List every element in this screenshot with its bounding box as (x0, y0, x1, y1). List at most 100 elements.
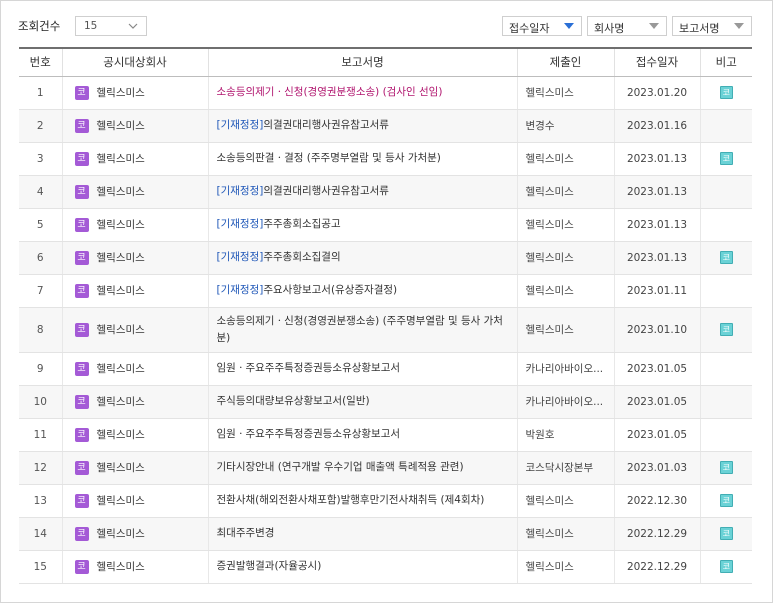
kosdaq-badge-icon: 코 (74, 283, 89, 298)
report-cell[interactable]: 전환사채(해외전환사채포함)발행후만기전사채취득 (제4회차) (207, 484, 517, 518)
sort-select-date[interactable]: 접수일자 (502, 16, 582, 36)
date-cell: 2022.12.29 (613, 517, 700, 551)
company-link[interactable]: 헬릭스미스 (97, 153, 145, 165)
report-link[interactable]: 최대주주변경 (217, 527, 275, 539)
company-link[interactable]: 헬릭스미스 (97, 219, 145, 231)
kosdaq-note-icon[interactable]: 코 (719, 152, 733, 165)
date-cell: 2023.01.13 (613, 241, 700, 275)
report-cell[interactable]: 최대주주변경 (207, 517, 517, 551)
report-cell[interactable]: 소송등의판결ㆍ결정 (주주명부열람 및 등사 가처분) (207, 142, 517, 176)
company-cell: 코 헬릭스미스 (61, 175, 208, 209)
sort-select-company-label: 회사명 (594, 22, 625, 35)
note-cell (699, 418, 752, 452)
kosdaq-badge-icon: 코 (74, 427, 89, 442)
report-link[interactable]: 주주총회소집공고 (263, 218, 340, 230)
table-row: 11 코 헬릭스미스 임원ㆍ주요주주특정증권등소유상황보고서 박원호 2023.0… (19, 418, 752, 452)
date-cell: 2023.01.05 (613, 418, 700, 452)
date-cell: 2022.12.30 (613, 484, 700, 518)
company-cell: 코 헬릭스미스 (61, 451, 208, 485)
table-row: 13 코 헬릭스미스 전환사채(해외전환사채포함)발행후만기전사채취득 (제4회차… (19, 484, 752, 518)
report-link[interactable]: 주식등의대량보유상황보고서(일반) (217, 395, 370, 407)
company-link[interactable]: 헬릭스미스 (97, 324, 145, 336)
sort-select-report[interactable]: 보고서명 (672, 16, 752, 36)
date-cell: 2023.01.13 (613, 142, 700, 176)
date-cell: 2023.01.05 (613, 385, 700, 419)
kosdaq-note-icon[interactable]: 코 (719, 323, 733, 336)
submitter-cell: 헬릭스미스 (516, 550, 614, 584)
company-link[interactable]: 헬릭스미스 (97, 561, 145, 573)
kosdaq-note-icon[interactable]: 코 (719, 251, 733, 264)
header-no[interactable]: 번호 (19, 47, 62, 77)
date-cell: 2023.01.13 (613, 208, 700, 242)
report-link[interactable]: 임원ㆍ주요주주특정증권등소유상황보고서 (217, 428, 401, 440)
report-cell[interactable]: [기재정정]주주총회소집공고 (207, 208, 517, 242)
report-link[interactable]: 주주총회소집결의 (263, 251, 340, 263)
table-row: 5 코 헬릭스미스 [기재정정]주주총회소집공고 헬릭스미스 2023.01.13 (19, 208, 752, 242)
count-select[interactable]: 15 (75, 16, 147, 36)
report-link[interactable]: 주요사항보고서(유상증자결정) (263, 284, 397, 296)
report-link[interactable]: 소송등의제기ㆍ신청(경영권분쟁소송) (검사인 선임) (217, 86, 443, 98)
company-link[interactable]: 헬릭스미스 (97, 186, 145, 198)
submitter-cell: 카나리아바이오... (516, 385, 614, 419)
report-cell[interactable]: [기재정정]의결권대리행사권유참고서류 (207, 109, 517, 143)
report-link[interactable]: 의결권대리행사권유참고서류 (263, 119, 389, 131)
row-number: 14 (19, 517, 62, 551)
header-report[interactable]: 보고서명 (207, 47, 517, 77)
company-cell: 코 헬릭스미스 (61, 76, 208, 110)
table-row: 12 코 헬릭스미스 기타시장안내 (연구개발 우수기업 매출액 특례적용 관련)… (19, 451, 752, 485)
report-link[interactable]: 증권발행결과(자율공시) (217, 560, 322, 572)
report-link[interactable]: 소송등의판결ㆍ결정 (주주명부열람 및 등사 가처분) (217, 152, 441, 164)
report-cell[interactable]: 주식등의대량보유상황보고서(일반) (207, 385, 517, 419)
kosdaq-badge-icon: 코 (74, 85, 89, 100)
company-link[interactable]: 헬릭스미스 (97, 495, 145, 507)
header-company[interactable]: 공시대상회사 (61, 47, 208, 77)
report-link[interactable]: 전환사채(해외전환사채포함)발행후만기전사채취득 (제4회차) (217, 494, 485, 506)
note-cell (699, 175, 752, 209)
report-cell[interactable]: 임원ㆍ주요주주특정증권등소유상황보고서 (207, 418, 517, 452)
report-link[interactable]: 의결권대리행사권유참고서류 (263, 185, 389, 197)
header-submitter[interactable]: 제출인 (516, 47, 614, 77)
kosdaq-note-icon[interactable]: 코 (719, 86, 733, 99)
row-number: 1 (19, 76, 62, 110)
company-link[interactable]: 헬릭스미스 (97, 120, 145, 132)
company-link[interactable]: 헬릭스미스 (97, 87, 145, 99)
report-link[interactable]: 기타시장안내 (연구개발 우수기업 매출액 특례적용 관련) (217, 461, 464, 473)
sort-select-company[interactable]: 회사명 (587, 16, 667, 36)
report-cell[interactable]: [기재정정]주요사항보고서(유상증자결정) (207, 274, 517, 308)
note-cell: 코 (699, 307, 752, 353)
report-cell[interactable]: 소송등의제기ㆍ신청(경영권분쟁소송) (검사인 선임) (207, 76, 517, 110)
company-link[interactable]: 헬릭스미스 (97, 252, 145, 264)
company-link[interactable]: 헬릭스미스 (97, 285, 145, 297)
report-link[interactable]: 소송등의제기ㆍ신청(경영권분쟁소송) (주주명부열람 및 등사 가처분) (217, 315, 503, 344)
disclosure-table: 번호 공시대상회사 보고서명 제출인 접수일자 비고 1 코 헬릭스미스 소송등의… (19, 47, 752, 584)
company-link[interactable]: 헬릭스미스 (97, 363, 145, 375)
company-link[interactable]: 헬릭스미스 (97, 462, 145, 474)
report-cell[interactable]: [기재정정]의결권대리행사권유참고서류 (207, 175, 517, 209)
report-cell[interactable]: 기타시장안내 (연구개발 우수기업 매출액 특례적용 관련) (207, 451, 517, 485)
date-cell: 2023.01.10 (613, 307, 700, 353)
row-number: 9 (19, 352, 62, 386)
report-cell[interactable]: 소송등의제기ㆍ신청(경영권분쟁소송) (주주명부열람 및 등사 가처분) (207, 307, 517, 353)
report-link[interactable]: 임원ㆍ주요주주특정증권등소유상황보고서 (217, 362, 401, 374)
note-cell: 코 (699, 451, 752, 485)
submitter-cell: 헬릭스미스 (516, 307, 614, 353)
company-link[interactable]: 헬릭스미스 (97, 396, 145, 408)
kosdaq-note-icon[interactable]: 코 (719, 494, 733, 507)
submitter-cell: 헬릭스미스 (516, 517, 614, 551)
report-cell[interactable]: 임원ㆍ주요주주특정증권등소유상황보고서 (207, 352, 517, 386)
report-cell[interactable]: [기재정정]주주총회소집결의 (207, 241, 517, 275)
submitter-cell: 헬릭스미스 (516, 241, 614, 275)
kosdaq-note-icon[interactable]: 코 (719, 461, 733, 474)
report-cell[interactable]: 증권발행결과(자율공시) (207, 550, 517, 584)
date-cell: 2023.01.16 (613, 109, 700, 143)
note-cell (699, 208, 752, 242)
kosdaq-note-icon[interactable]: 코 (719, 527, 733, 540)
revision-tag: [기재정정] (216, 119, 264, 131)
kosdaq-badge-icon: 코 (74, 184, 89, 199)
header-date[interactable]: 접수일자 (613, 47, 700, 77)
kosdaq-note-icon[interactable]: 코 (719, 560, 733, 573)
header-note: 비고 (699, 47, 752, 77)
company-link[interactable]: 헬릭스미스 (97, 528, 145, 540)
submitter-cell: 헬릭스미스 (516, 76, 614, 110)
company-link[interactable]: 헬릭스미스 (97, 429, 145, 441)
